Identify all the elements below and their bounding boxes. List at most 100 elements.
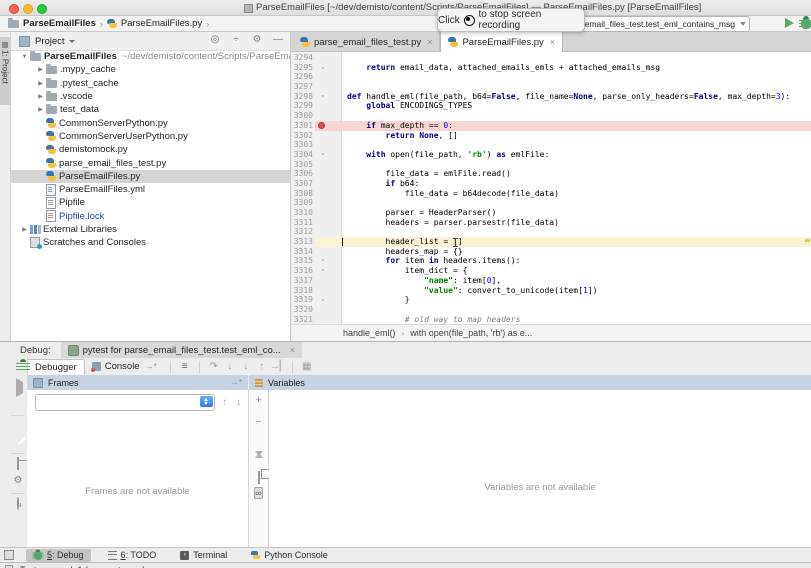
settings-gear-icon[interactable]: ⚙ (12, 475, 24, 487)
code-line-3321[interactable]: # old way to map headers (315, 315, 811, 324)
run-to-cursor-icon[interactable]: →▏ (270, 361, 286, 372)
line-number[interactable]: 3319 (291, 295, 313, 305)
code-line-3307[interactable]: if b64: (315, 179, 811, 189)
tree-item-pipfile[interactable]: Pipfile (11, 196, 290, 209)
line-number[interactable]: 3296 (291, 72, 313, 82)
line-number[interactable]: 3297 (291, 82, 313, 92)
view-breakpoints-icon[interactable] (12, 420, 24, 432)
code-line-3296[interactable] (315, 72, 811, 82)
thread-selector-combobox[interactable] (35, 394, 215, 411)
collapse-all-icon[interactable]: ÷ (230, 34, 242, 45)
code-editor[interactable]: ▴ return email_data, attached_emails_eml… (315, 53, 811, 324)
tree-item-demistomock-py[interactable]: demistomock.py (11, 143, 290, 156)
chevron-down-icon[interactable] (69, 40, 75, 43)
fold-collapse-icon[interactable]: ▾ (321, 92, 325, 102)
line-number[interactable]: 3298 (291, 92, 313, 102)
tool-stripe-project[interactable]: 1: Project (0, 37, 10, 105)
resume-icon[interactable] (12, 382, 24, 394)
line-number[interactable]: 3303 (291, 140, 313, 150)
code-line-3295[interactable]: ▴ return email_data, attached_emails_eml… (315, 63, 811, 73)
gear-icon[interactable]: ⚙ (251, 34, 263, 45)
code-line-3312[interactable] (315, 227, 811, 237)
tree-item-pytest-cache[interactable]: ▶.pytest_cache (11, 77, 290, 90)
chevron-right-icon[interactable]: ▶ (35, 66, 46, 73)
line-number[interactable]: 3320 (291, 305, 313, 315)
tool-button-python-console[interactable]: Python Console (244, 549, 335, 561)
step-into-icon[interactable]: ↓ (222, 361, 238, 372)
close-icon[interactable]: × (290, 345, 295, 355)
line-number[interactable]: 3321 (291, 315, 313, 324)
line-number[interactable]: 3309 (291, 198, 313, 208)
code-line-3294[interactable] (315, 53, 811, 63)
code-line-3314[interactable]: headers_map = {} (315, 247, 811, 257)
tree-item-commonserverpython-py[interactable]: CommonServerPython.py (11, 116, 290, 129)
tree-item-external-libraries[interactable]: ▶External Libraries (11, 223, 290, 236)
line-number[interactable]: 3307 (291, 179, 313, 189)
code-line-3320[interactable] (315, 305, 811, 315)
code-line-3308[interactable]: file_data = b64decode(file_data) (315, 189, 811, 199)
add-watch-icon[interactable]: + (249, 395, 268, 406)
tool-button-terminal[interactable]: ›Terminal (173, 549, 234, 561)
stop-icon[interactable] (12, 398, 24, 410)
step-into-my-code-icon[interactable]: ↓ (238, 361, 254, 372)
tree-item-parse-email-files-test-py[interactable]: parse_email_files_test.py (11, 156, 290, 169)
close-icon[interactable]: × (427, 37, 432, 47)
previous-frame-icon[interactable]: ↑ (222, 397, 227, 408)
debug-button[interactable] (801, 18, 811, 29)
move-down-icon[interactable] (249, 456, 268, 467)
project-panel-title[interactable]: Project (35, 36, 65, 47)
editor-tab-parse-email-files-test-py[interactable]: parse_email_files_test.py× (293, 32, 440, 52)
line-number[interactable]: 3299 (291, 101, 313, 111)
line-number[interactable]: 3315 (291, 256, 313, 266)
breadcrumb-project[interactable]: ParseEmailFiles (23, 18, 96, 29)
run-button[interactable] (785, 18, 794, 28)
code-line-3306[interactable]: file_data = emlFile.read() (315, 169, 811, 179)
show-return-values-icon[interactable]: ∞ (249, 488, 268, 499)
hide-icon[interactable]: — (272, 34, 284, 45)
line-number[interactable]: 3314 (291, 247, 313, 257)
tree-item-commonserveruserpython-py[interactable]: CommonServerUserPython.py (11, 130, 290, 143)
line-number[interactable]: 3318 (291, 286, 313, 296)
tree-item-pipfile-lock[interactable]: Pipfile.lock (11, 210, 290, 223)
restore-layout-icon[interactable] (12, 458, 24, 470)
tree-item-parseemailfiles[interactable]: ▼ParseEmailFiles~/dev/demisto/content/Sc… (11, 50, 290, 63)
code-line-3310[interactable]: parser = HeaderParser() (315, 208, 811, 218)
run-configuration-select[interactable]: pytest for parse_email_files_test.test_e… (558, 16, 750, 32)
line-number[interactable]: 3304 (291, 150, 313, 160)
code-line-3313[interactable]: header_list = [] (315, 237, 811, 247)
chevron-right-icon[interactable]: ▶ (35, 80, 46, 87)
breadcrumb-file[interactable]: ParseEmailFiles.py (121, 18, 202, 29)
step-over-icon[interactable]: ↷ (206, 361, 222, 372)
line-number[interactable]: 3312 (291, 227, 313, 237)
editor-tab-parseemailfiles-py[interactable]: ParseEmailFiles.py× (440, 32, 563, 52)
duplicate-watch-icon[interactable] (249, 472, 268, 483)
tool-button-6-todo[interactable]: 6: TODO (101, 549, 164, 561)
code-line-3301[interactable]: if max_depth == 0: (315, 121, 811, 131)
code-line-3316[interactable]: ▾ item_dict = { (315, 266, 811, 276)
step-out-icon[interactable]: ↑ (254, 361, 270, 372)
locate-icon[interactable]: ◎ (209, 34, 221, 45)
line-number[interactable]: 3295 (291, 63, 313, 73)
tree-item-mypy-cache[interactable]: ▶.mypy_cache (11, 63, 290, 76)
debug-session-tab[interactable]: pytest for parse_email_files_test.test_e… (61, 342, 302, 358)
line-number[interactable]: 3294 (291, 53, 313, 63)
line-number[interactable]: 3301 (291, 121, 313, 131)
tree-item-parseemailfiles-yml[interactable]: ParseEmailFiles.yml (11, 183, 290, 196)
line-number[interactable]: 3313 (291, 237, 313, 247)
code-line-3303[interactable] (315, 140, 811, 150)
code-line-3309[interactable] (315, 198, 811, 208)
code-line-3318[interactable]: "value": convert_to_unicode(item[1]) (315, 286, 811, 296)
next-frame-icon[interactable]: ↓ (236, 397, 241, 408)
evaluate-expression-icon[interactable]: ▦ (299, 361, 315, 372)
line-number[interactable]: 3316 (291, 266, 313, 276)
code-line-3315[interactable]: ▾ for item in headers.items(): (315, 256, 811, 266)
minimize-window-button[interactable] (23, 4, 33, 14)
remove-watch-icon[interactable]: − (249, 417, 268, 428)
code-line-3302[interactable]: return None, [] (315, 131, 811, 141)
tree-item-test-data[interactable]: ▶test_data (11, 103, 290, 116)
tree-item-vscode[interactable]: ▶.vscode (11, 90, 290, 103)
line-number[interactable]: 3310 (291, 208, 313, 218)
show-execution-point-icon[interactable]: ≡ (177, 361, 193, 372)
zoom-window-button[interactable] (37, 4, 47, 14)
chevron-right-icon[interactable]: ▶ (35, 106, 46, 113)
